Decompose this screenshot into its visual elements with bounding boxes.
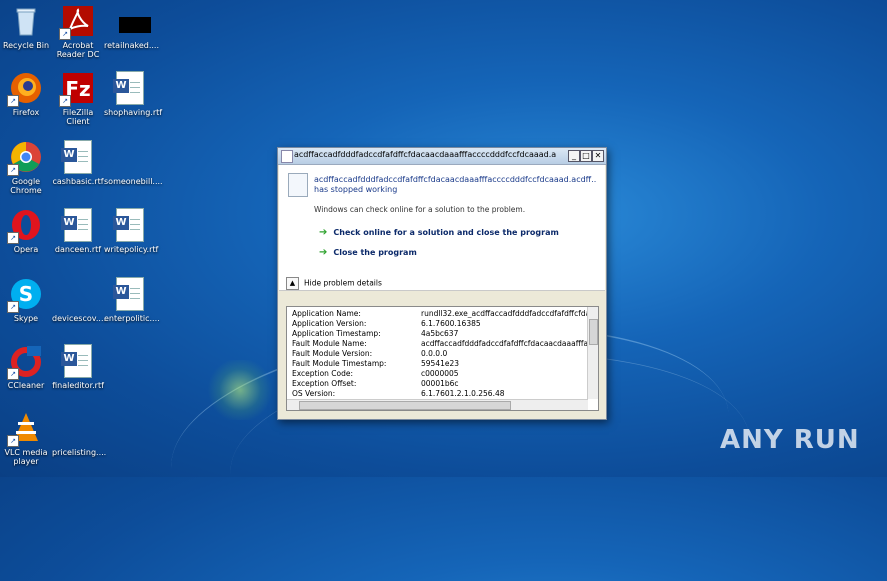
detail-value: 6.1.7601.2.1.0.256.48: [421, 389, 505, 398]
desktop-icon-finaleditor[interactable]: W finaleditor.rtf: [52, 344, 104, 390]
detail-value: 0.0.0.0: [421, 349, 448, 358]
blank-file-icon: [61, 277, 95, 311]
scrollbar-thumb[interactable]: [299, 401, 511, 410]
close-program-label: Close the program: [333, 248, 417, 257]
black-file-icon: [113, 4, 151, 38]
desktop-icon-firefox[interactable]: ↗ Firefox: [0, 71, 52, 117]
close-button[interactable]: ✕: [592, 150, 604, 162]
word-document-icon: W: [61, 344, 95, 378]
detail-key: Exception Offset:: [292, 379, 357, 388]
details-vertical-scrollbar[interactable]: [587, 307, 598, 399]
desktop-icon-retailnaked[interactable]: retailnaked....: [104, 4, 159, 50]
detail-value: 59541e23: [421, 359, 460, 368]
desktop-icon-danceen[interactable]: W danceen.rtf: [52, 208, 104, 254]
ccleaner-icon: ↗: [7, 344, 43, 380]
shortcut-arrow-icon: ↗: [7, 368, 19, 380]
shortcut-arrow-icon: ↗: [7, 435, 19, 447]
error-dialog: acdffaccadfdddfadccdfafdffcfdacaacdaaaff…: [277, 147, 607, 420]
word-document-icon: W: [113, 71, 147, 105]
dialog-subtext: Windows can check online for a solution …: [314, 205, 526, 214]
detail-key: Fault Module Version:: [292, 349, 373, 358]
heading-program-name: acdffaccadfdddfadccdfafdffcfdacaacdaaaff…: [314, 175, 596, 184]
shortcut-arrow-icon: ↗: [59, 28, 71, 40]
chrome-icon: ↗: [7, 140, 43, 176]
shortcut-arrow-icon: ↗: [7, 301, 19, 313]
desktop-icon-someonebill[interactable]: someonebill....: [104, 140, 163, 186]
word-document-icon: W: [61, 140, 95, 174]
svg-text:S: S: [19, 282, 33, 306]
hide-details-label: Hide problem details: [304, 278, 382, 288]
desktop-icon-chrome[interactable]: ↗ Google Chrome: [0, 140, 52, 195]
detail-key: Fault Module Name:: [292, 339, 367, 348]
desktop-icon-opera[interactable]: ↗ Opera: [0, 208, 52, 254]
recycle-bin-icon: [9, 4, 43, 38]
shortcut-arrow-icon: ↗: [7, 95, 19, 107]
chevron-up-icon: ▲: [286, 277, 299, 290]
desktop-icon-skype[interactable]: S ↗ Skype: [0, 277, 52, 323]
desktop-icon-writepolicy[interactable]: W writepolicy.rtf: [104, 208, 158, 254]
scrollbar-thumb[interactable]: [589, 319, 598, 345]
heading-status: has stopped working: [314, 185, 398, 194]
word-document-icon: W: [113, 277, 147, 311]
desktop-icon-enterpolitic[interactable]: W enterpolitic....: [104, 277, 160, 323]
dialog-heading: acdffaccadfdddfadccdfafdffcfdacaacdaaaff…: [314, 175, 596, 195]
hide-details-toggle[interactable]: ▲ Hide problem details: [286, 277, 382, 290]
check-online-option[interactable]: ➔ Check online for a solution and close t…: [319, 227, 559, 238]
detail-value: 6.1.7600.16385: [421, 319, 481, 328]
shortcut-arrow-icon: ↗: [59, 95, 71, 107]
word-document-icon: W: [113, 208, 147, 242]
desktop-icon-recycle-bin[interactable]: Recycle Bin: [0, 4, 52, 50]
minimize-button[interactable]: _: [568, 150, 580, 162]
detail-value: 00001b6c: [421, 379, 459, 388]
wallpaper-glow: [205, 360, 275, 420]
green-arrow-icon: ➔: [319, 247, 328, 258]
details-horizontal-scrollbar[interactable]: [287, 399, 588, 410]
detail-key: Fault Module Timestamp:: [292, 359, 387, 368]
blank-file-icon: [113, 140, 147, 174]
detail-value: acdffaccadfdddfadccdfafdffcfdacaacdaaaff…: [421, 339, 589, 348]
desktop-icon-cashbasic[interactable]: W cashbasic.rtf: [52, 140, 104, 186]
acrobat-icon: ↗: [59, 4, 95, 40]
dialog-titlebar[interactable]: acdffaccadfdddfadccdfafdffcfdacaacdaaaff…: [278, 148, 606, 165]
desktop-icon-acrobat[interactable]: ↗ Acrobat Reader DC: [52, 4, 104, 59]
detail-key: OS Version:: [292, 389, 336, 398]
firefox-icon: ↗: [7, 71, 43, 107]
problem-details-box[interactable]: Application Name: rundll32.exe_acdffacca…: [286, 306, 599, 411]
detail-value: rundll32.exe_acdffaccadfdddfadccdfafdffc…: [421, 309, 589, 318]
opera-icon: ↗: [7, 208, 43, 244]
dialog-title: acdffaccadfdddfadccdfafdffcfdacaacdaaaff…: [294, 150, 556, 159]
detail-key: Application Name:: [292, 309, 361, 318]
green-arrow-icon: ➔: [319, 227, 328, 238]
detail-value: 4a5bc637: [421, 329, 459, 338]
program-icon: [288, 173, 308, 197]
dialog-content: acdffaccadfdddfadccdfafdffcfdacaacdaaaff…: [279, 165, 605, 291]
desktop-icon-shophaving[interactable]: W shophaving.rtf: [104, 71, 162, 117]
detail-key: Exception Code:: [292, 369, 354, 378]
shortcut-arrow-icon: ↗: [7, 232, 19, 244]
close-program-option[interactable]: ➔ Close the program: [319, 247, 417, 258]
shortcut-arrow-icon: ↗: [7, 164, 19, 176]
maximize-button[interactable]: □: [580, 150, 592, 162]
desktop-icon-vlc[interactable]: ↗ VLC media player: [0, 411, 52, 466]
blank-file-icon: [61, 411, 95, 445]
check-online-label: Check online for a solution and close th…: [333, 228, 559, 237]
word-document-icon: W: [61, 208, 95, 242]
detail-key: Application Version:: [292, 319, 367, 328]
detail-value: c0000005: [421, 369, 459, 378]
anyrun-watermark: ANY RUN: [720, 425, 860, 455]
desktop-icon-pricelisting[interactable]: pricelisting....: [52, 411, 106, 457]
desktop-icon-filezilla[interactable]: Fz ↗ FileZilla Client: [52, 71, 104, 126]
vlc-icon: ↗: [7, 411, 43, 447]
skype-icon: S ↗: [7, 277, 43, 313]
desktop-icon-ccleaner[interactable]: ↗ CCleaner: [0, 344, 52, 390]
detail-key: Application Timestamp:: [292, 329, 381, 338]
app-icon: [281, 150, 293, 163]
desktop: Recycle Bin ↗ Firefox ↗ Google Chrome ↗ …: [0, 0, 887, 581]
desktop-icon-devicescov[interactable]: devicescov....: [52, 277, 106, 323]
filezilla-icon: Fz ↗: [59, 71, 95, 107]
